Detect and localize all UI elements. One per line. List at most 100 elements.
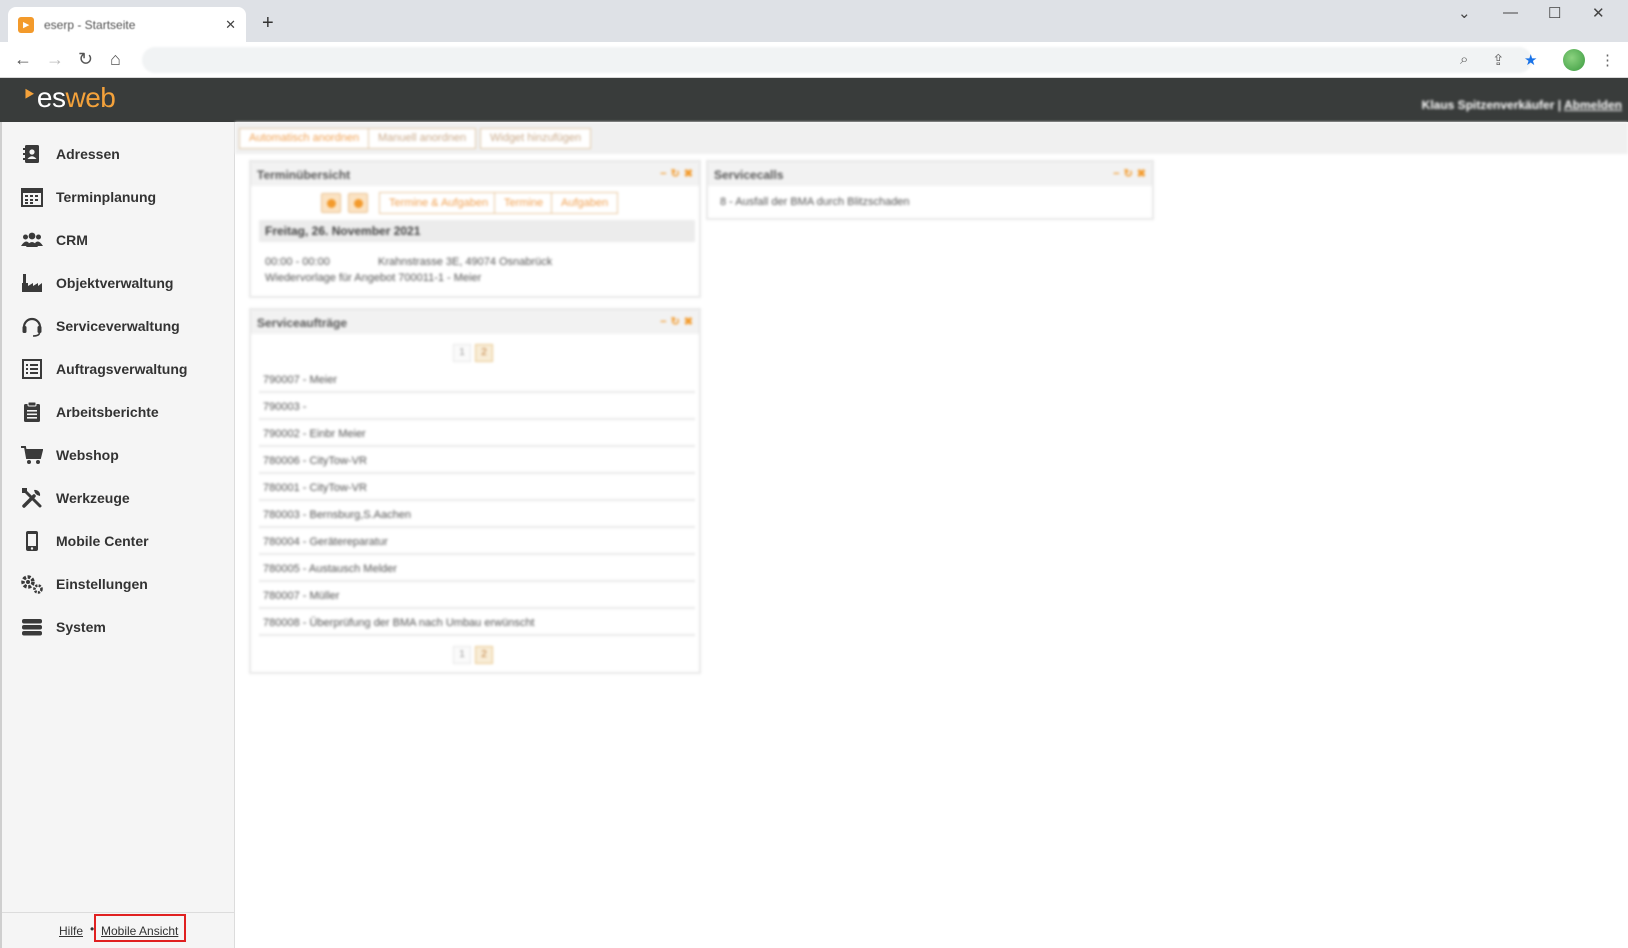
menu-kebab-icon[interactable]: ⋮ — [1600, 51, 1615, 69]
address-bar[interactable] — [142, 47, 1532, 73]
cart-icon — [20, 443, 44, 467]
manual-arrange-button[interactable]: Manuell anordnen — [368, 128, 477, 149]
logo-arrow-icon: ⯈ — [22, 85, 36, 105]
segment-termine-aufgaben[interactable]: Termine & Aufgaben — [379, 192, 499, 214]
close-icon[interactable]: ✕ — [225, 17, 236, 33]
minimize-icon[interactable]: — — [1503, 4, 1518, 21]
add-widget-button[interactable]: Widget hinzufügen — [480, 128, 592, 149]
sidebar-item-crm[interactable]: CRM — [2, 218, 234, 261]
refresh-icon[interactable]: ↻ — [671, 316, 680, 328]
sidebar-item-label: System — [56, 618, 106, 635]
zoom-icon[interactable]: ⌕ — [1460, 51, 1468, 68]
widget-title: Serviceaufträge — [257, 316, 348, 330]
sidebar-item-terminplanung[interactable]: Terminplanung — [2, 175, 234, 218]
sidebar-item-serviceverwaltung[interactable]: Serviceverwaltung — [2, 304, 234, 347]
database-icon — [20, 615, 44, 639]
list-item[interactable]: 780008 - Überprüfung der BMA nach Umbau … — [259, 609, 695, 636]
list-item[interactable]: 790003 - — [259, 393, 695, 420]
list-item[interactable]: 780001 - CityTow-VR — [259, 474, 695, 501]
sidebar-item-adressen[interactable]: Adressen — [2, 132, 234, 175]
logout-link[interactable]: Abmelden — [1564, 98, 1622, 112]
sidebar-item-webshop[interactable]: Webshop — [2, 433, 234, 476]
factory-icon — [20, 271, 44, 295]
list-item[interactable]: 780007 - Müller — [259, 582, 695, 609]
sidebar-item-einstellungen[interactable]: Einstellungen — [2, 562, 234, 605]
users-icon — [20, 228, 44, 252]
page-1-button[interactable]: 1 — [453, 344, 471, 362]
headset-icon — [20, 314, 44, 338]
segment-aufgaben[interactable]: Aufgaben — [551, 192, 619, 214]
sidebar-item-arbeitsberichte[interactable]: Arbeitsberichte — [2, 390, 234, 433]
maximize-icon[interactable]: ☐ — [1548, 4, 1561, 22]
widget-controls: − ↻ ✖ — [656, 315, 693, 328]
widget-controls: − ↻ ✖ — [1109, 167, 1146, 180]
app-header: ⯈esweb Klaus Spitzenverkäufer | Abmelden — [0, 78, 1628, 122]
reload-icon[interactable]: ↻ — [78, 49, 93, 70]
chevron-down-icon[interactable]: ⌄ — [1458, 4, 1471, 22]
refresh-icon[interactable]: ↻ — [1124, 168, 1133, 180]
widget-title: Terminübersicht — [257, 168, 351, 182]
page-2-button[interactable]: 2 — [475, 646, 493, 664]
sidebar-item-system[interactable]: System — [2, 605, 234, 648]
page-1-button[interactable]: 1 — [453, 646, 471, 664]
sidebar-item-label: Werkzeuge — [56, 489, 130, 506]
window-close-icon[interactable]: ✕ — [1592, 4, 1605, 22]
close-icon[interactable]: ✖ — [1137, 168, 1146, 180]
list-item[interactable]: 780004 - Gerätereparatur — [259, 528, 695, 555]
esweb-logo[interactable]: ⯈esweb — [22, 82, 116, 114]
esweb-favicon-icon: ▸ — [18, 16, 34, 33]
refresh-icon[interactable]: ↻ — [671, 168, 680, 180]
sidebar-item-label: Serviceverwaltung — [56, 317, 180, 334]
star-icon[interactable]: ★ — [1524, 51, 1537, 69]
list-item[interactable]: 790002 - Einbr Meier — [259, 420, 695, 447]
clipboard-icon — [20, 400, 44, 424]
sidebar-item-objektverwaltung[interactable]: Objektverwaltung — [2, 261, 234, 304]
help-link[interactable]: Hilfe — [59, 924, 83, 938]
list-item[interactable]: 8 - Ausfall der BMA durch Blitzschaden — [720, 196, 910, 208]
browser-toolbar: ← → ↻ ⌂ ⌕ ⇪ ★ ⋮ — [0, 42, 1628, 78]
widget-title: Servicecalls — [714, 168, 784, 182]
next-day-button[interactable] — [348, 193, 368, 213]
sidebar-item-werkzeuge[interactable]: Werkzeuge — [2, 476, 234, 519]
share-icon[interactable]: ⇪ — [1492, 51, 1505, 69]
appointment-text[interactable]: Wiedervorlage für Angebot 700011-1 - Mei… — [265, 272, 481, 284]
profile-avatar[interactable] — [1563, 49, 1585, 71]
list-item[interactable]: 780005 - Austausch Melder — [259, 555, 695, 582]
widget-servicecalls: Servicecalls − ↻ ✖ 8 - Ausfall der BMA dur… — [706, 160, 1154, 220]
minimize-icon[interactable]: − — [660, 168, 666, 180]
tools-icon — [20, 486, 44, 510]
widget-header: Serviceaufträge − ↻ ✖ — [251, 310, 699, 334]
sidebar-item-label: Mobile Center — [56, 532, 149, 549]
close-icon[interactable]: ✖ — [684, 316, 693, 328]
tab-title: eserp - Startseite — [44, 17, 136, 32]
segment-termine[interactable]: Termine — [494, 192, 554, 214]
date-heading: Freitag, 26. November 2021 — [259, 220, 695, 242]
mobile-icon — [20, 529, 44, 553]
sidebar: Adressen Terminplanung CRM Objektverwalt… — [0, 122, 235, 948]
list-item[interactable]: 780006 - CityTow-VR — [259, 447, 695, 474]
minimize-icon[interactable]: − — [660, 316, 666, 328]
back-icon[interactable]: ← — [14, 49, 32, 70]
sidebar-item-auftragsverwaltung[interactable]: Auftragsverwaltung — [2, 347, 234, 390]
minimize-icon[interactable]: − — [1113, 168, 1119, 180]
browser-tab[interactable]: ▸ eserp - Startseite ✕ — [8, 7, 246, 42]
forward-icon[interactable]: → — [46, 49, 64, 70]
mobile-view-link[interactable]: Mobile Ansicht — [101, 924, 178, 938]
sidebar-footer: Hilfe • Mobile Ansicht — [2, 912, 235, 948]
list-icon — [20, 357, 44, 381]
auto-arrange-button[interactable]: Automatisch anordnen — [239, 128, 370, 149]
close-icon[interactable]: ✖ — [684, 168, 693, 180]
sidebar-item-label: CRM — [56, 231, 88, 248]
widget-serviceauftraege: Serviceaufträge − ↻ ✖ 1 2 790007 - Meier 7… — [249, 308, 701, 674]
appointment-location[interactable]: Krahnstrasse 3E, 49074 Osnabrück — [378, 256, 552, 268]
list-item[interactable]: 780003 - Bernsburg,S.Aachen — [259, 501, 695, 528]
home-icon[interactable]: ⌂ — [110, 49, 121, 70]
sidebar-item-label: Adressen — [56, 145, 120, 162]
plus-icon[interactable]: + — [262, 12, 274, 35]
list-item[interactable]: 790007 - Meier — [259, 366, 695, 393]
gears-icon — [20, 572, 44, 596]
sidebar-item-mobile-center[interactable]: Mobile Center — [2, 519, 234, 562]
sidebar-item-label: Terminplanung — [56, 188, 157, 205]
page-2-button[interactable]: 2 — [475, 344, 493, 362]
prev-day-button[interactable] — [321, 193, 341, 213]
